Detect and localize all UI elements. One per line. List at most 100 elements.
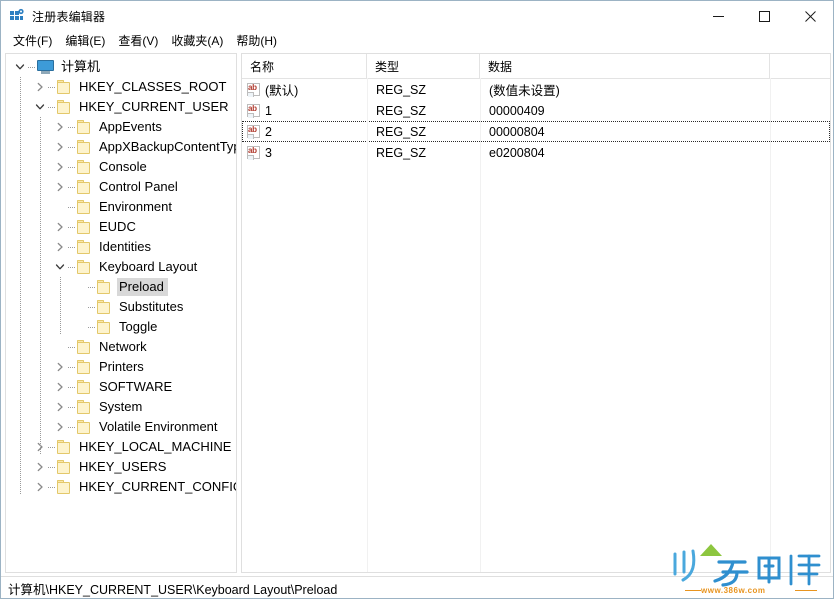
- tree-item-label: AppXBackupContentType: [99, 139, 237, 154]
- tree-item-label: HKEY_CURRENT_CONFIG: [79, 479, 237, 494]
- folder-icon: [77, 120, 92, 134]
- tree-item-label: Substitutes: [119, 299, 184, 314]
- tree-item-label: AppEvents: [99, 119, 162, 134]
- chevron-right-icon[interactable]: [52, 217, 68, 237]
- chevron-right-icon[interactable]: [52, 397, 68, 417]
- value-name-label: 2: [265, 124, 272, 139]
- listview-body: ab (默认) REG_SZ (数值未设置) ab 1 REG_SZ 00000409 ab 2 R…: [242, 79, 830, 163]
- column-divider: [367, 78, 368, 572]
- tree-item[interactable]: HKEY_CURRENT_CONFIG: [6, 477, 236, 497]
- column-header-label: 类型: [375, 59, 400, 74]
- menu-help[interactable]: 帮助(H): [232, 32, 286, 51]
- folder-icon: [77, 380, 92, 394]
- menu-edit[interactable]: 编辑(E): [61, 32, 114, 51]
- menu-file[interactable]: 文件(F): [9, 32, 61, 51]
- chevron-right-icon[interactable]: [52, 117, 68, 137]
- column-header[interactable]: 类型: [367, 54, 480, 78]
- string-value-icon: ab: [247, 103, 261, 118]
- tree-connector: [48, 77, 57, 97]
- tree-item[interactable]: 计算机: [6, 57, 236, 77]
- value-name-cell: ab 2: [243, 121, 368, 142]
- tree-leaf-spacer: [72, 317, 88, 337]
- chevron-right-icon[interactable]: [52, 177, 68, 197]
- maximize-button[interactable]: [741, 1, 787, 31]
- value-row[interactable]: ab 2 REG_SZ 00000804: [242, 121, 830, 142]
- tree-connector: [68, 157, 77, 177]
- menu-favorites[interactable]: 收藏夹(A): [167, 32, 232, 51]
- string-value-icon: ab: [247, 124, 261, 139]
- column-header[interactable]: 名称: [242, 54, 367, 78]
- close-button[interactable]: [787, 1, 833, 31]
- registry-tree-panel[interactable]: 计算机 HKEY_CLASSES_ROOT HKEY_CURRENT_USER App…: [5, 53, 237, 573]
- tree-item-label: HKEY_USERS: [79, 459, 167, 474]
- chevron-right-icon[interactable]: [52, 417, 68, 437]
- tree-connector: [68, 337, 77, 357]
- value-data-cell: (数值未设置): [489, 84, 560, 98]
- chevron-down-icon[interactable]: [12, 57, 28, 77]
- chevron-right-icon[interactable]: [52, 237, 68, 257]
- folder-icon: [77, 260, 92, 274]
- folder-icon: [77, 420, 92, 434]
- tree-item-label: Preload: [117, 278, 168, 296]
- folder-icon: [97, 300, 112, 314]
- value-row[interactable]: ab 1 REG_SZ 00000409: [242, 100, 830, 121]
- menu-bar: 文件(F) 编辑(E) 查看(V) 收藏夹(A) 帮助(H): [1, 31, 833, 52]
- tree-connector: [48, 477, 57, 497]
- tree-connector: [68, 197, 77, 217]
- chevron-right-icon[interactable]: [52, 157, 68, 177]
- column-header-label: 数据: [488, 59, 513, 74]
- folder-icon: [77, 220, 92, 234]
- chevron-right-icon[interactable]: [52, 357, 68, 377]
- value-type-cell: REG_SZ: [376, 124, 427, 139]
- tree-item-label: Control Panel: [99, 179, 178, 194]
- chevron-right-icon[interactable]: [32, 477, 48, 497]
- window-controls: [695, 1, 833, 31]
- folder-icon: [77, 400, 92, 414]
- chevron-down-icon[interactable]: [52, 257, 68, 277]
- listview-header: 名称 类型 数据: [242, 54, 830, 79]
- chevron-right-icon[interactable]: [32, 77, 48, 97]
- chevron-right-icon[interactable]: [52, 137, 68, 157]
- value-type-cell: REG_SZ: [376, 145, 427, 160]
- tree-item-label: HKEY_CURRENT_USER: [79, 99, 229, 114]
- chevron-right-icon[interactable]: [52, 377, 68, 397]
- tree-connector: [68, 117, 77, 137]
- folder-icon: [57, 460, 72, 474]
- tree-item-label: Volatile Environment: [99, 419, 218, 434]
- status-bar: 计算机\HKEY_CURRENT_USER\Keyboard Layout\Pr…: [1, 576, 833, 598]
- string-value-icon: ab: [247, 82, 261, 97]
- chevron-down-icon[interactable]: [32, 97, 48, 117]
- tree-item[interactable]: HKEY_CURRENT_USER: [6, 97, 236, 117]
- value-row[interactable]: ab 3 REG_SZ e0200804: [242, 142, 830, 163]
- menu-view[interactable]: 查看(V): [114, 32, 167, 51]
- minimize-button[interactable]: [695, 1, 741, 31]
- folder-icon: [77, 180, 92, 194]
- chevron-right-icon[interactable]: [32, 457, 48, 477]
- folder-icon: [57, 80, 72, 94]
- value-row[interactable]: ab (默认) REG_SZ (数值未设置): [242, 79, 830, 100]
- tree-connector: [68, 357, 77, 377]
- tree-connector: [68, 257, 77, 277]
- tree-connector: [28, 57, 37, 77]
- tree-guide-line: [60, 277, 61, 334]
- regedit-window: 注册表编辑器 文件(F) 编辑(E) 查看(V) 收藏夹(A) 帮助(H) 计算机 HKE…: [0, 0, 834, 599]
- tree-item-label: Toggle: [119, 319, 158, 334]
- folder-icon: [57, 100, 72, 114]
- registry-values-panel[interactable]: 名称 类型 数据 ab (默认) REG_SZ (数值未设置) ab 1 REG_SZ 00000…: [241, 53, 831, 573]
- status-path: 计算机\HKEY_CURRENT_USER\Keyboard Layout\Pr…: [8, 582, 338, 597]
- tree-connector: [68, 137, 77, 157]
- tree-connector: [68, 417, 77, 437]
- tree-item[interactable]: HKEY_USERS: [6, 457, 236, 477]
- tree-connector: [68, 397, 77, 417]
- value-name-cell: ab 3: [243, 142, 368, 163]
- value-name-label: 3: [265, 145, 272, 160]
- column-divider: [480, 78, 481, 572]
- value-data-cell: 00000409: [489, 103, 545, 118]
- column-header[interactable]: 数据: [480, 54, 770, 78]
- value-type-cell: REG_SZ: [376, 82, 427, 97]
- folder-icon: [57, 480, 72, 494]
- tree-connector: [68, 237, 77, 257]
- tree-item[interactable]: HKEY_CLASSES_ROOT: [6, 77, 236, 97]
- tree-item-label: 计算机: [61, 59, 101, 74]
- folder-icon: [77, 140, 92, 154]
